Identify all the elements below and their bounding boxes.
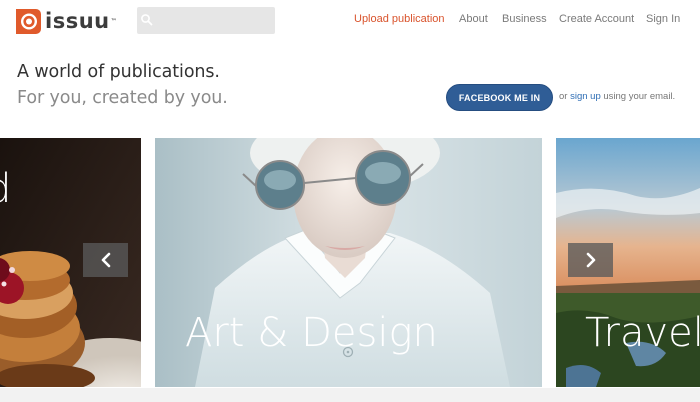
- logo-text: issuu™: [45, 8, 118, 33]
- footer-strip: [0, 388, 700, 402]
- search-box[interactable]: [137, 7, 275, 34]
- nav-upload-publication[interactable]: Upload publication: [354, 13, 445, 25]
- issuu-logo-icon: [16, 8, 41, 34]
- carousel-prev-button[interactable]: [83, 243, 128, 277]
- hero-headline: A world of publications.: [17, 62, 220, 82]
- sign-up-link[interactable]: sign up: [570, 91, 601, 102]
- slide-title-art-design: Art & Design: [185, 310, 438, 356]
- site-header: issuu™ Upload publication About Business Cr…: [0, 0, 700, 46]
- carousel-next-button[interactable]: [568, 243, 613, 277]
- nav-business[interactable]: Business: [502, 13, 547, 25]
- issuu-logo[interactable]: issuu™: [16, 8, 117, 34]
- nav-about[interactable]: About: [459, 13, 488, 25]
- nav-create-account[interactable]: Create Account: [559, 13, 634, 25]
- search-icon: [141, 14, 153, 26]
- nav-sign-in[interactable]: Sign In: [646, 13, 680, 25]
- slide-art-design[interactable]: Art & Design: [155, 138, 542, 387]
- search-input[interactable]: [157, 11, 269, 30]
- slide-title-travel: Travel: [585, 310, 700, 356]
- slide-title-food: d: [0, 166, 11, 212]
- email-signup-text: or sign up using your email.: [559, 91, 676, 102]
- facebook-login-button[interactable]: FACEBOOK ME IN: [446, 84, 553, 111]
- chevron-right-icon: [586, 252, 595, 268]
- hero-subheadline: For you, created by you.: [17, 88, 228, 108]
- chevron-left-icon: [101, 252, 110, 268]
- publication-carousel: d: [0, 138, 700, 388]
